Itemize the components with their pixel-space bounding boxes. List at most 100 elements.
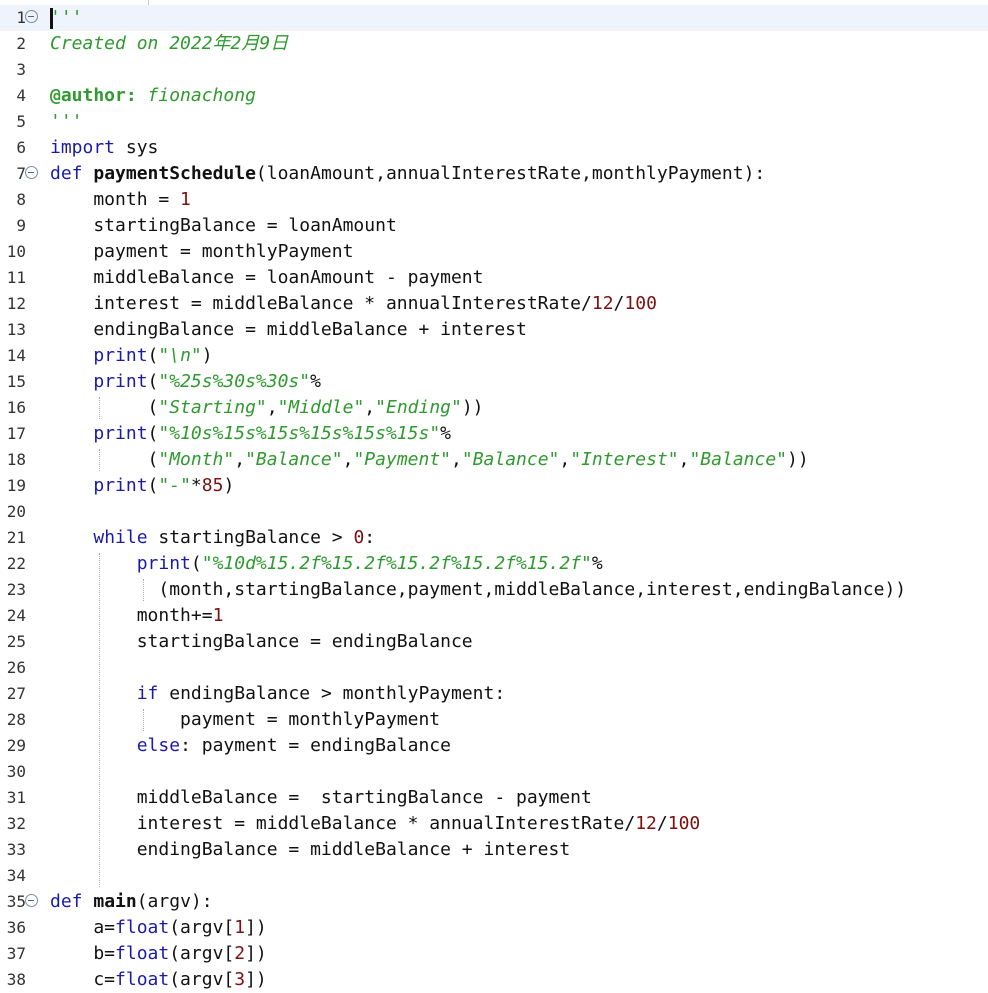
code-token: else [136, 735, 181, 756]
code-line[interactable]: 10 payment = monthlyPayment [0, 239, 988, 265]
code-line[interactable]: 35 def main(argv): [0, 889, 988, 915]
code-token: ( [147, 423, 159, 444]
code-line[interactable]: 19 print("-"*85) [0, 473, 988, 499]
line-number: 6 [16, 138, 26, 157]
line-number: 25 [6, 632, 26, 651]
code-token: * [190, 475, 202, 496]
indent-guide [142, 579, 144, 601]
code-line[interactable]: 6 import sys [0, 135, 988, 161]
code-line[interactable]: 20 [0, 499, 988, 525]
code-line[interactable]: 22 print("%10d%15.2f%15.2f%15.2f%15.2f%1… [0, 551, 988, 577]
code-token: "Starting" [158, 397, 267, 418]
code-text: print("%10s%15s%15s%15s%15s%15s"% [50, 421, 451, 447]
code-text: if endingBalance > monthlyPayment: [50, 681, 505, 707]
code-token: middleBalance = startingBalance - paymen… [50, 787, 592, 808]
code-line[interactable]: 24 month+=1 [0, 603, 988, 629]
code-line[interactable]: 4 @author: fionachong [0, 83, 988, 109]
code-text: ("Month","Balance","Payment","Balance","… [50, 447, 809, 473]
code-text: middleBalance = loanAmount - payment [50, 265, 483, 291]
code-token: paymentSchedule [93, 163, 256, 184]
code-token: "\n" [158, 345, 202, 366]
code-token: "Balance" [689, 449, 788, 470]
line-number: 21 [6, 528, 26, 547]
code-line[interactable]: 1 ''' [0, 5, 988, 31]
code-token: if [136, 683, 159, 704]
code-line[interactable]: 32 interest = middleBalance * annualInte… [0, 811, 988, 837]
code-line[interactable]: 37 b=float(argv[2]) [0, 941, 988, 967]
code-text: Created on 2022年2月9日 [50, 31, 288, 57]
line-number: 19 [6, 476, 26, 495]
code-line[interactable]: 17 print("%10s%15s%15s%15s%15s%15s"% [0, 421, 988, 447]
indent-guide [99, 553, 101, 887]
code-token: a= [50, 917, 116, 938]
code-text: ''' [50, 109, 83, 135]
text-caret [50, 8, 53, 29]
code-text: print("%10d%15.2f%15.2f%15.2f%15.2f%15.2… [50, 551, 603, 577]
code-text: interest = middleBalance * annualInteres… [50, 811, 701, 837]
code-token: def [50, 891, 83, 912]
code-line[interactable]: 16 ("Starting","Middle","Ending")) [0, 395, 988, 421]
code-line[interactable]: 29 else: payment = endingBalance [0, 733, 988, 759]
code-token: : [364, 527, 376, 548]
code-token: "Balance" [245, 449, 343, 470]
code-editor[interactable]: 1 ''' 2 Created on 2022年2月9日 3 4 @author: fion… [0, 0, 988, 990]
code-token: print [93, 345, 148, 366]
fold-collapse-icon[interactable] [25, 10, 38, 23]
code-line[interactable]: 7 def paymentSchedule(loanAmount,annualIn… [0, 161, 988, 187]
code-line[interactable]: 2 Created on 2022年2月9日 [0, 31, 988, 57]
code-token: print [93, 371, 148, 392]
code-line[interactable]: 8 month = 1 [0, 187, 988, 213]
code-line[interactable]: 13 endingBalance = middleBalance + inter… [0, 317, 988, 343]
code-text: c=float(argv[3]) [50, 967, 266, 993]
line-number: 34 [6, 866, 26, 885]
code-token: 100 [624, 293, 657, 314]
code-line[interactable]: 21 while startingBalance > 0: [0, 525, 988, 551]
code-token: (argv[ [169, 943, 235, 964]
code-token: while [93, 527, 148, 548]
code-line[interactable]: 31 middleBalance = startingBalance - pay… [0, 785, 988, 811]
code-line[interactable]: 9 startingBalance = loanAmount [0, 213, 988, 239]
fold-collapse-icon[interactable] [25, 894, 38, 907]
code-line[interactable]: 11 middleBalance = loanAmount - payment [0, 265, 988, 291]
line-number: 7 [16, 164, 26, 183]
code-token: Created on 2022年2月9日 [50, 33, 289, 54]
code-token: ''' [50, 7, 83, 28]
code-line[interactable]: 3 [0, 57, 988, 83]
code-token: 0 [353, 527, 365, 548]
code-text: import sys [50, 135, 158, 161]
code-line[interactable]: 33 endingBalance = middleBalance + inter… [0, 837, 988, 863]
code-line[interactable]: 15 print("%25s%30s%30s"% [0, 369, 988, 395]
code-token: def [50, 163, 83, 184]
line-number: 16 [6, 398, 26, 417]
fold-collapse-icon[interactable] [25, 166, 38, 179]
code-line[interactable]: 25 startingBalance = endingBalance [0, 629, 988, 655]
code-line[interactable]: 23 (month,startingBalance,payment,middle… [0, 577, 988, 603]
code-token: % [310, 371, 321, 392]
line-number: 8 [16, 190, 26, 209]
code-line[interactable]: 5 ''' [0, 109, 988, 135]
code-line[interactable]: 26 [0, 655, 988, 681]
code-line[interactable]: 28 payment = monthlyPayment [0, 707, 988, 733]
code-line[interactable]: 34 [0, 863, 988, 889]
code-line[interactable]: 14 print("\n") [0, 343, 988, 369]
code-token: ) [201, 345, 213, 366]
code-line[interactable]: 36 a=float(argv[1]) [0, 915, 988, 941]
code-line[interactable]: 38 c=float(argv[3]) [0, 967, 988, 993]
line-number: 24 [6, 606, 26, 625]
code-line[interactable]: 18 ("Month","Balance","Payment","Balance… [0, 447, 988, 473]
line-number: 22 [6, 554, 26, 573]
code-line[interactable]: 12 interest = middleBalance * annualInte… [0, 291, 988, 317]
code-text: (month,startingBalance,payment,middleBal… [50, 577, 906, 603]
code-text: payment = monthlyPayment [50, 239, 353, 265]
code-token: (argv): [136, 891, 213, 912]
code-line[interactable]: 27 if endingBalance > monthlyPayment: [0, 681, 988, 707]
code-token: float [115, 969, 170, 990]
code-line[interactable]: 30 [0, 759, 988, 785]
code-token: @author: [50, 85, 137, 106]
code-text: endingBalance = middleBalance + interest [50, 317, 526, 343]
line-number: 30 [6, 762, 26, 781]
code-text: def paymentSchedule(loanAmount,annualInt… [50, 161, 765, 187]
